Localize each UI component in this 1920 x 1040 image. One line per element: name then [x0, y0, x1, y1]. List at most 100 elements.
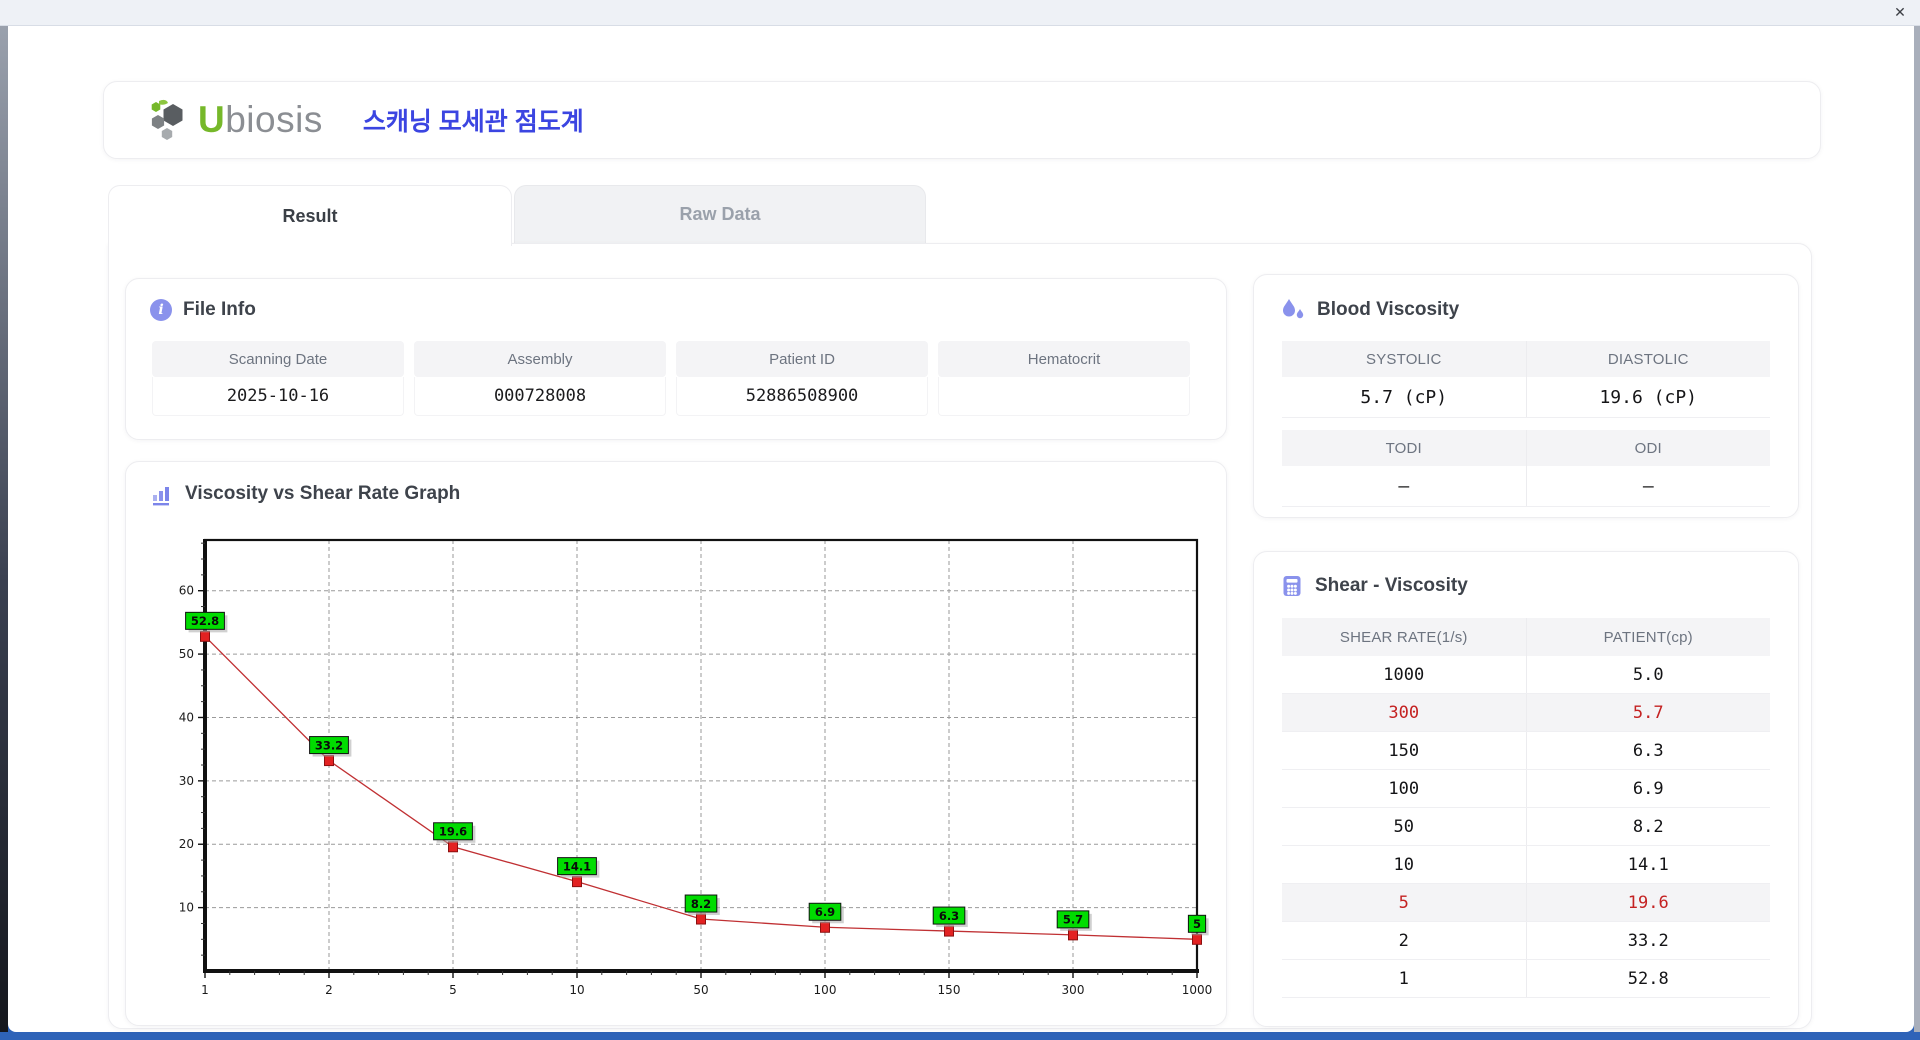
sv-shear-rate: 100 — [1388, 778, 1420, 799]
bv-diastolic-value: 19.6 (cP) — [1525, 377, 1771, 417]
shear-viscosity-title-text: Shear - Viscosity — [1315, 575, 1468, 596]
svg-text:5: 5 — [449, 983, 457, 997]
header-card: Ubiosis 스캐닝 모세관 점도계 — [103, 81, 1821, 159]
table-row: 150 6.3 — [1282, 732, 1770, 770]
svg-text:52.8: 52.8 — [191, 614, 219, 628]
sv-patient: 52.8 — [1525, 960, 1771, 997]
svg-text:60: 60 — [179, 584, 194, 598]
svg-text:19.6: 19.6 — [439, 825, 467, 839]
field-label: Hematocrit — [938, 341, 1190, 377]
field-patient-id: Patient ID 52886508900 — [676, 341, 928, 416]
sv-patient: 5.7 — [1525, 694, 1771, 731]
desktop: { "window": { "close_label": "✕" }, "hea… — [0, 0, 1920, 1040]
field-value — [938, 377, 1190, 416]
field-value: 000728008 — [414, 377, 666, 416]
svg-text:5.7: 5.7 — [1063, 913, 1083, 927]
blood-viscosity-table: SYSTOLIC DIASTOLIC 5.7 (cP) 19.6 (cP) TO… — [1282, 341, 1770, 507]
sv-patient: 6.9 — [1525, 770, 1771, 807]
bv-todi-value: – — [1398, 475, 1410, 497]
svg-text:150: 150 — [938, 983, 961, 997]
field-label: Patient ID — [676, 341, 928, 377]
svg-text:100: 100 — [814, 983, 837, 997]
svg-text:30: 30 — [179, 774, 194, 788]
tab-raw-data[interactable]: Raw Data — [514, 185, 926, 243]
shear-viscosity-table: SHEAR RATE(1/s) PATIENT(cp) 1000 5.0 300… — [1282, 618, 1770, 998]
table-row: 1000 5.0 — [1282, 656, 1770, 694]
sv-patient: 8.2 — [1525, 808, 1771, 845]
sv-shear-rate: 1000 — [1383, 664, 1425, 685]
close-icon[interactable]: ✕ — [1890, 3, 1910, 22]
svg-text:10: 10 — [179, 901, 194, 915]
bv-diastolic-label: DIASTOLIC — [1525, 341, 1771, 377]
sv-shear-rate: 2 — [1398, 930, 1409, 951]
svg-text:10: 10 — [569, 983, 584, 997]
graph-card: Viscosity vs Shear Rate Graph 1 2 5 10 50 100… — [125, 461, 1227, 1026]
svg-text:6.9: 6.9 — [815, 905, 835, 919]
logo-text: Ubiosis — [198, 99, 323, 140]
svg-text:1000: 1000 — [1182, 983, 1213, 997]
bar-chart-icon — [153, 487, 169, 506]
table-row: 1 52.8 — [1282, 960, 1770, 998]
sv-col-shear-rate: SHEAR RATE(1/s) — [1339, 628, 1468, 646]
field-label: Assembly — [414, 341, 666, 377]
result-panel: i File Info Scanning Date 2025-10-16 Ass… — [108, 243, 1812, 1029]
svg-text:2: 2 — [325, 983, 333, 997]
sv-header-row: SHEAR RATE(1/s) PATIENT(cp) — [1282, 618, 1770, 656]
shear-viscosity-card: Shear - Viscosity SHEAR RATE(1/s) PATIEN… — [1253, 551, 1799, 1027]
sv-patient: 14.1 — [1525, 846, 1771, 883]
svg-text:8.2: 8.2 — [691, 897, 711, 911]
graph-title-text: Viscosity vs Shear Rate Graph — [185, 483, 461, 504]
svg-text:20: 20 — [179, 837, 194, 851]
sv-patient: 33.2 — [1525, 922, 1771, 959]
sv-shear-rate: 10 — [1393, 854, 1414, 875]
table-row: 100 6.9 — [1282, 770, 1770, 808]
svg-text:6.3: 6.3 — [939, 909, 959, 923]
bv-header-row: SYSTOLIC DIASTOLIC — [1282, 341, 1770, 377]
field-scanning-date: Scanning Date 2025-10-16 — [152, 341, 404, 416]
droplets-icon — [1283, 299, 1304, 319]
svg-text:300: 300 — [1062, 983, 1085, 997]
svg-text:40: 40 — [179, 710, 194, 724]
svg-text:1: 1 — [201, 983, 209, 997]
tab-result[interactable]: Result — [108, 185, 512, 246]
graph-title: Viscosity vs Shear Rate Graph — [150, 482, 460, 506]
table-row: 300 5.7 — [1282, 694, 1770, 732]
bv-systolic-label: SYSTOLIC — [1365, 350, 1442, 368]
bv-todi-label: TODI — [1385, 439, 1422, 457]
desktop-edge-left — [0, 25, 8, 1040]
sv-shear-rate: 150 — [1388, 740, 1420, 761]
svg-text:50: 50 — [179, 647, 194, 661]
table-row: 2 33.2 — [1282, 922, 1770, 960]
svg-text:33.2: 33.2 — [315, 738, 343, 752]
sv-shear-rate: 1 — [1398, 968, 1409, 989]
svg-text:14.1: 14.1 — [563, 859, 591, 873]
blood-viscosity-card: Blood Viscosity SYSTOLIC DIASTOLIC 5.7 (… — [1253, 274, 1799, 518]
viscosity-chart: 1 2 5 10 50 100 150 300 1000 10 20 30 40 50 60 52.8 33.2… — [168, 533, 1218, 1003]
file-info-card: i File Info Scanning Date 2025-10-16 Ass… — [125, 278, 1227, 440]
sv-patient: 19.6 — [1525, 884, 1771, 921]
svg-text:50: 50 — [693, 983, 708, 997]
desktop-edge-bottom — [0, 1032, 1920, 1040]
blood-viscosity-title: Blood Viscosity — [1280, 297, 1459, 323]
field-assembly: Assembly 000728008 — [414, 341, 666, 416]
bv-value-row: 5.7 (cP) 19.6 (cP) — [1282, 377, 1770, 418]
sv-shear-rate: 300 — [1388, 702, 1420, 723]
field-value: 52886508900 — [676, 377, 928, 416]
file-info-title-text: File Info — [183, 299, 256, 320]
app-window: Ubiosis 스캐닝 모세관 점도계 Result Raw Data i Fi… — [8, 26, 1914, 1032]
bv-odi-label: ODI — [1525, 430, 1771, 466]
info-icon: i — [150, 299, 172, 321]
sv-shear-rate: 50 — [1393, 816, 1414, 837]
bv-header-row-2: TODI ODI — [1282, 430, 1770, 466]
file-info-title: i File Info — [150, 299, 256, 321]
field-label: Scanning Date — [152, 341, 404, 377]
svg-text:5: 5 — [1193, 917, 1201, 931]
sv-patient: 6.3 — [1525, 732, 1771, 769]
field-hematocrit: Hematocrit — [938, 341, 1190, 416]
table-row: 10 14.1 — [1282, 846, 1770, 884]
file-info-fields: Scanning Date 2025-10-16 Assembly 000728… — [152, 341, 1190, 416]
window-titlebar: ✕ — [0, 0, 1920, 26]
table-row: 50 8.2 — [1282, 808, 1770, 846]
sv-shear-rate: 5 — [1398, 892, 1409, 913]
